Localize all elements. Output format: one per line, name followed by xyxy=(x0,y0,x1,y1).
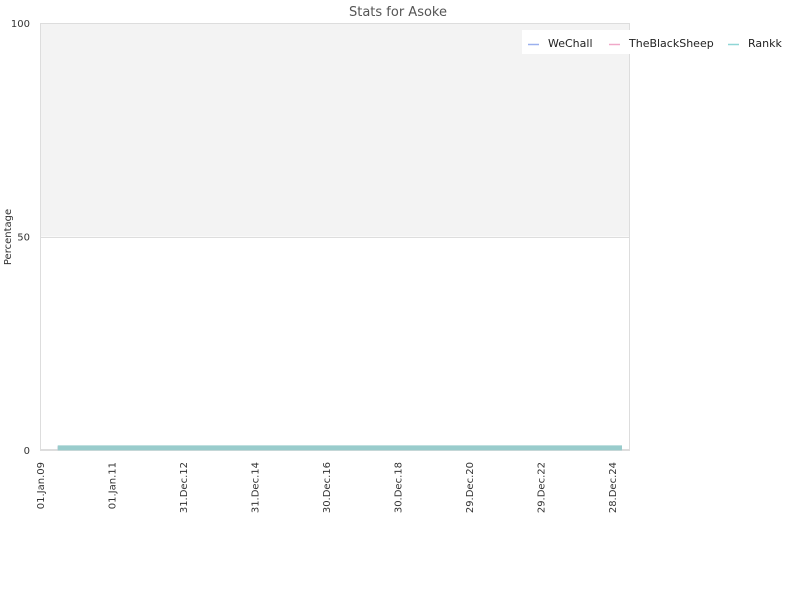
plot-band-lower xyxy=(40,236,630,450)
x-axis-ticks: 01.Jan.09 01.Jan.11 31.Dec.12 31.Dec.14 30.D… xyxy=(36,462,619,513)
x-tick-label: 01.Jan.09 xyxy=(36,462,47,509)
x-tick-label: 01.Jan.11 xyxy=(107,462,118,509)
x-tick-label: 29.Dec.22 xyxy=(536,462,547,513)
x-tick-label: 29.Dec.20 xyxy=(465,462,476,513)
y-tick-label: 50 xyxy=(17,233,30,244)
legend-label: Rankk xyxy=(748,37,782,50)
x-tick-label: 28.Dec.24 xyxy=(608,462,619,513)
x-tick-label: 30.Dec.18 xyxy=(393,462,404,513)
chart: Stats for Asoke 0 50 100 01.Jan.09 01.Jan.1… xyxy=(3,5,800,513)
x-tick-label: 30.Dec.16 xyxy=(322,462,333,513)
legend-label: TheBlackSheep xyxy=(628,37,714,50)
x-tick-label: 31.Dec.12 xyxy=(179,462,190,513)
y-tick-label: 0 xyxy=(24,446,30,457)
y-tick-label: 100 xyxy=(11,19,30,30)
plot-band-upper xyxy=(40,23,630,237)
chart-title: Stats for Asoke xyxy=(349,5,447,20)
x-tick-label: 31.Dec.14 xyxy=(250,462,261,513)
plot-area xyxy=(40,23,630,450)
legend-label: WeChall xyxy=(548,37,593,50)
y-axis-label: Percentage xyxy=(3,209,14,265)
legend: WeChall TheBlackSheep Rankk xyxy=(522,30,800,54)
